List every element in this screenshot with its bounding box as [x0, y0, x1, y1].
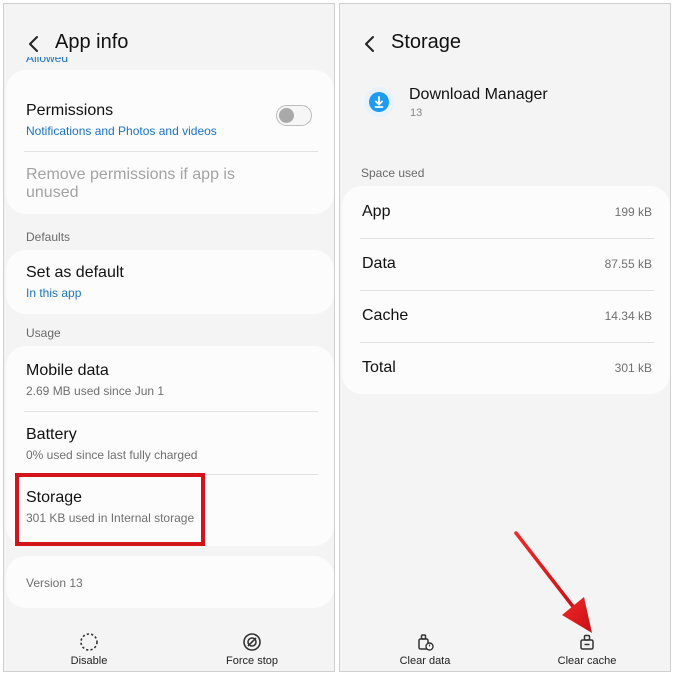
cut-off-text: Allowed — [26, 57, 69, 65]
page-title: App info — [55, 31, 129, 53]
space-key: App — [362, 203, 391, 220]
storage-highlight-box — [15, 473, 205, 546]
clear-cache-icon — [580, 634, 594, 650]
permissions-item[interactable]: Permissions Notifications and Photos and… — [26, 102, 318, 138]
permissions-title: Permissions — [26, 102, 114, 119]
space-value: 301 kB — [614, 361, 652, 375]
mobile-data-subtitle: 2.69 MB used since Jun 1 — [26, 384, 165, 398]
space-row-total: Total 301 kB — [362, 342, 652, 394]
space-row-data: Data 87.55 kB — [362, 238, 652, 290]
battery-subtitle: 0% used since last fully charged — [26, 448, 198, 462]
app-name: Download Manager — [409, 86, 548, 103]
disable-button[interactable]: Disable — [29, 631, 149, 667]
permissions-card: Allowed Permissions Notifications and Ph… — [6, 57, 334, 214]
force-stop-label: Force stop — [226, 655, 278, 667]
set-as-default-title: Set as default — [26, 264, 124, 281]
mobile-data-item[interactable]: Mobile data 2.69 MB used since Jun 1 — [26, 362, 318, 398]
clear-cache-button[interactable]: Clear cache — [527, 631, 647, 667]
back-arrow-icon[interactable] — [360, 34, 380, 54]
usage-section-label: Usage — [26, 326, 61, 340]
version-text: Version 13 — [26, 576, 83, 590]
set-as-default-item[interactable]: Set as default In this app — [26, 264, 318, 300]
space-row-cache: Cache 14.34 kB — [362, 290, 652, 342]
clear-cache-label: Clear cache — [557, 655, 617, 667]
space-key: Cache — [362, 307, 409, 324]
divider — [24, 151, 318, 152]
storage-screen: Storage Download Manager 13 Space used A… — [339, 3, 671, 672]
back-arrow-icon[interactable] — [24, 34, 44, 54]
remove-permissions-item[interactable]: Remove permissions if app is unused — [26, 166, 264, 202]
clear-data-icon — [418, 634, 434, 651]
space-used-label: Space used — [361, 166, 425, 180]
mobile-data-title: Mobile data — [26, 362, 109, 379]
space-key: Total — [362, 359, 396, 376]
download-icon — [364, 87, 394, 117]
clear-data-label: Clear data — [399, 655, 451, 667]
clear-data-button[interactable]: Clear data — [365, 631, 485, 667]
remove-permissions-title: Remove permissions if app is unused — [26, 166, 235, 201]
force-stop-icon — [243, 633, 261, 651]
defaults-section-label: Defaults — [26, 230, 71, 244]
space-value: 199 kB — [614, 205, 652, 219]
app-info-screen: App info Allowed Permissions Notificatio… — [3, 3, 335, 672]
remove-permissions-toggle[interactable] — [276, 105, 312, 126]
defaults-card: Set as default In this app — [6, 250, 334, 314]
app-version: 13 — [410, 107, 423, 119]
space-value: 14.34 kB — [604, 309, 652, 323]
force-stop-button[interactable]: Force stop — [192, 631, 312, 667]
space-key: Data — [362, 255, 396, 272]
battery-item[interactable]: Battery 0% used since last fully charged — [26, 426, 318, 462]
space-used-card: App 199 kB Data 87.55 kB Cache 14.34 kB … — [342, 186, 670, 394]
divider — [24, 411, 318, 412]
version-card: Version 13 — [6, 556, 334, 608]
disable-label: Disable — [70, 655, 108, 667]
disable-icon — [80, 633, 98, 651]
pointer-arrow-icon — [514, 531, 592, 633]
space-row-app: App 199 kB — [362, 186, 652, 238]
set-as-default-subtitle: In this app — [26, 286, 82, 300]
toggle-knob — [279, 108, 294, 123]
permissions-subtitle: Notifications and Photos and videos — [26, 124, 217, 138]
battery-title: Battery — [26, 426, 77, 443]
page-title: Storage — [391, 31, 462, 53]
space-value: 87.55 kB — [604, 257, 652, 271]
